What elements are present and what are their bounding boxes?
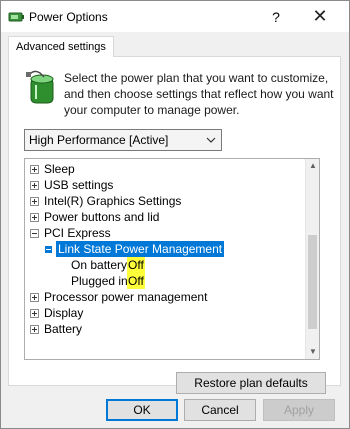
tree-item-label: USB settings: [44, 178, 114, 192]
close-button[interactable]: ✕: [305, 5, 335, 29]
collapse-icon[interactable]: [44, 245, 53, 254]
title-bar: Power Options ? ✕: [1, 1, 349, 32]
power-plan-value: High Performance [Active]: [29, 133, 169, 147]
tree-item-label: Processor power management: [44, 290, 208, 304]
help-button[interactable]: ?: [263, 5, 289, 29]
tree-item-label: Display: [44, 306, 84, 320]
expand-icon[interactable]: [30, 165, 39, 174]
restore-plan-defaults-button[interactable]: Restore plan defaults: [176, 372, 326, 394]
setting-label: On battery:: [71, 258, 131, 272]
expand-icon[interactable]: [30, 197, 39, 206]
expand-icon[interactable]: [30, 293, 39, 302]
ok-button[interactable]: OK: [106, 399, 178, 421]
tab-advanced-settings[interactable]: Advanced settings: [8, 36, 114, 57]
scroll-up-icon[interactable]: ▲: [306, 159, 319, 173]
tree-item-label: Battery: [44, 322, 83, 336]
setting-label: Plugged in:: [71, 274, 132, 288]
tree-item-label: Link State Power Management: [56, 241, 225, 257]
chevron-down-icon: [206, 137, 216, 143]
battery-plug-icon: [26, 70, 54, 104]
power-plan-select[interactable]: High Performance [Active]: [24, 129, 222, 151]
tree-item-label: Sleep: [44, 162, 75, 176]
scroll-down-icon[interactable]: ▼: [306, 345, 319, 359]
expand-icon[interactable]: [30, 309, 39, 318]
tab-panel: Select the power plan that you want to c…: [8, 56, 341, 394]
dialog-body: Advanced settings Select the power plan …: [1, 32, 349, 394]
tree-item-label: Power buttons and lid: [44, 210, 160, 224]
scroll-thumb[interactable]: [308, 235, 317, 329]
settings-tree[interactable]: Sleep USB settings Intel(R) Graphics Set…: [24, 158, 320, 360]
expand-icon[interactable]: [30, 181, 39, 190]
apply-button[interactable]: Apply: [263, 399, 335, 421]
window-title: Power Options: [29, 10, 108, 24]
vertical-scrollbar[interactable]: ▲ ▼: [305, 159, 319, 359]
expand-icon[interactable]: [30, 325, 39, 334]
collapse-icon[interactable]: [30, 229, 39, 238]
dialog-footer: OK Cancel Apply: [1, 394, 349, 428]
cancel-button[interactable]: Cancel: [184, 399, 256, 421]
power-options-icon: [8, 12, 24, 22]
power-options-window: Power Options ? ✕ Advanced settings Sele…: [0, 0, 350, 429]
setting-value[interactable]: Off: [127, 257, 145, 273]
setting-value[interactable]: Off: [127, 273, 145, 289]
tree-item-label: Intel(R) Graphics Settings: [44, 194, 182, 208]
intro-description: Select the power plan that you want to c…: [64, 71, 334, 117]
expand-icon[interactable]: [30, 213, 39, 222]
tree-item-label: PCI Express: [44, 226, 111, 240]
